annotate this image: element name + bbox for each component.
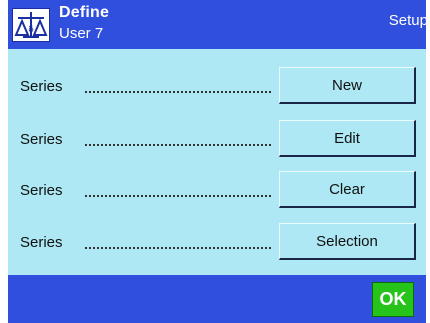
mode-label: Setup (388, 12, 428, 29)
row-label: Series (20, 131, 63, 148)
dotted-leader (85, 247, 271, 249)
ok-button[interactable]: OK (372, 282, 414, 317)
row-label: Series (20, 78, 63, 95)
series-row-edit: Series Edit (8, 120, 426, 158)
clear-button[interactable]: Clear (279, 171, 416, 208)
balance-scale-icon: δ (12, 8, 50, 42)
edit-button[interactable]: Edit (279, 120, 416, 157)
dotted-leader (85, 195, 271, 197)
footer-bar: OK (8, 275, 426, 323)
series-row-selection: Series Selection (8, 223, 426, 261)
terminal-screen: δ Define User 7 Setup Series New Series … (8, 0, 428, 323)
svg-text:δ: δ (28, 25, 34, 35)
row-label: Series (20, 234, 63, 251)
row-label: Series (20, 182, 63, 199)
series-row-new: Series New (8, 67, 426, 105)
series-row-clear: Series Clear (8, 171, 426, 209)
dotted-leader (85, 144, 271, 146)
header-bar: δ Define User 7 Setup (8, 0, 428, 49)
user-subtitle: User 7 (59, 25, 104, 42)
selection-button[interactable]: Selection (279, 223, 416, 260)
dotted-leader (85, 91, 271, 93)
new-button[interactable]: New (279, 67, 416, 104)
page-title: Define (59, 4, 110, 21)
